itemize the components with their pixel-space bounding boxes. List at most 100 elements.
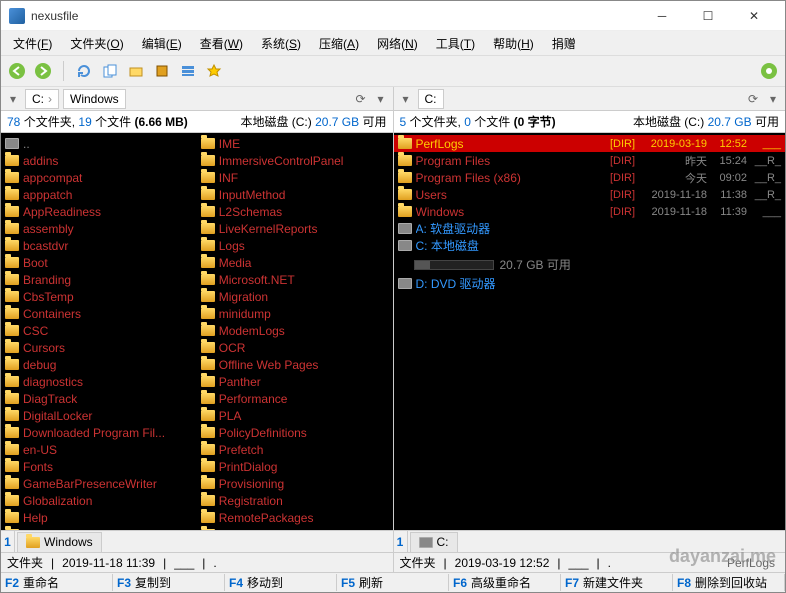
menu-O[interactable]: 文件夹(O) — [62, 33, 131, 54]
folder-icon — [201, 393, 215, 404]
file-row[interactable]: Help — [1, 509, 197, 526]
breadcrumb-segment[interactable]: C:› — [25, 89, 59, 109]
file-row[interactable]: apppatch — [1, 186, 197, 203]
minimize-button[interactable]: ─ — [639, 1, 685, 31]
file-row[interactable]: Users[DIR]2019-11-1811:38__R_ — [394, 186, 786, 203]
maximize-button[interactable]: ☐ — [685, 1, 731, 31]
file-row[interactable]: assembly — [1, 220, 197, 237]
file-row[interactable]: Boot — [1, 254, 197, 271]
file-row[interactable]: Prefetch — [197, 441, 393, 458]
drive-row[interactable]: A: 软盘驱动器 — [394, 220, 786, 237]
file-row[interactable]: addins — [1, 152, 197, 169]
file-row[interactable]: appcompat — [1, 169, 197, 186]
file-row[interactable]: Performance — [197, 390, 393, 407]
file-row[interactable]: Containers — [1, 305, 197, 322]
dropdown-icon[interactable]: ▾ — [373, 91, 389, 107]
menu-W[interactable]: 查看(W) — [192, 33, 251, 54]
file-row[interactable]: Globalization — [1, 492, 197, 509]
folder-icon — [5, 461, 19, 472]
file-row[interactable]: Media — [197, 254, 393, 271]
file-row[interactable]: GameBarPresenceWriter — [1, 475, 197, 492]
dropdown-icon[interactable]: ▾ — [765, 91, 781, 107]
menu-捐赠[interactable]: 捐赠 — [544, 33, 584, 54]
favorite-icon[interactable] — [204, 61, 224, 81]
file-row[interactable]: Provisioning — [197, 475, 393, 492]
file-row[interactable]: DigitalLocker — [1, 407, 197, 424]
folder-icon — [201, 172, 215, 183]
file-row[interactable]: IME — [197, 135, 393, 152]
menu-F[interactable]: 文件(F) — [5, 33, 60, 54]
file-row[interactable]: en-US — [1, 441, 197, 458]
copy-icon[interactable] — [100, 61, 120, 81]
archive-icon[interactable] — [152, 61, 172, 81]
file-row[interactable]: Registration — [197, 492, 393, 509]
file-row[interactable]: Migration — [197, 288, 393, 305]
folder-icon — [201, 223, 215, 234]
menu-E[interactable]: 编辑(E) — [134, 33, 190, 54]
file-row[interactable]: OCR — [197, 339, 393, 356]
file-row[interactable]: bcastdvr — [1, 237, 197, 254]
forward-button[interactable] — [33, 61, 53, 81]
file-row[interactable]: PrintDialog — [197, 458, 393, 475]
file-row[interactable]: minidump — [197, 305, 393, 322]
breadcrumb-segment[interactable]: Windows — [63, 89, 126, 109]
menu-A[interactable]: 压缩(A) — [311, 33, 367, 54]
file-row[interactable]: CbsTemp — [1, 288, 197, 305]
drive-row[interactable]: C: 本地磁盘 — [394, 237, 786, 254]
menu-H[interactable]: 帮助(H) — [485, 33, 542, 54]
tab-index[interactable]: 1 — [1, 531, 15, 552]
drive-row[interactable]: D: DVD 驱动器 — [394, 275, 786, 292]
file-row[interactable]: L2Schemas — [197, 203, 393, 220]
file-row[interactable]: RemotePackages — [197, 509, 393, 526]
file-row[interactable]: DiagTrack — [1, 390, 197, 407]
file-row[interactable]: INF — [197, 169, 393, 186]
file-row[interactable]: Program Files (x86)[DIR]今天09:02__R_ — [394, 169, 786, 186]
file-row[interactable]: Windows[DIR]2019-11-1811:39___ — [394, 203, 786, 220]
file-row[interactable]: CSC — [1, 322, 197, 339]
file-row[interactable]: Fonts — [1, 458, 197, 475]
file-row[interactable]: LiveKernelReports — [197, 220, 393, 237]
fkey-F4[interactable]: F4移动到 — [225, 574, 337, 591]
file-row[interactable]: debug — [1, 356, 197, 373]
file-row[interactable]: Program Files[DIR]昨天15:24__R_ — [394, 152, 786, 169]
fkey-F8[interactable]: F8删除到回收站 — [673, 574, 785, 591]
tab-index[interactable]: 1 — [394, 531, 408, 552]
file-row[interactable]: Branding — [1, 271, 197, 288]
fkey-F3[interactable]: F3复制到 — [113, 574, 225, 591]
menu-T[interactable]: 工具(T) — [428, 33, 483, 54]
settings-icon[interactable] — [759, 61, 779, 81]
menu-S[interactable]: 系统(S) — [253, 33, 309, 54]
file-row[interactable]: PolicyDefinitions — [197, 424, 393, 441]
fkey-F6[interactable]: F6高级重命名 — [449, 574, 561, 591]
file-row[interactable]: ImmersiveControlPanel — [197, 152, 393, 169]
back-button[interactable] — [7, 61, 27, 81]
fkey-F7[interactable]: F7新建文件夹 — [561, 574, 673, 591]
breadcrumb-segment[interactable]: C: — [418, 89, 444, 109]
file-row[interactable]: Logs — [197, 237, 393, 254]
breadcrumb-menu-icon[interactable]: ▾ — [398, 91, 414, 107]
file-row[interactable]: ModemLogs — [197, 322, 393, 339]
breadcrumb-menu-icon[interactable]: ▾ — [5, 91, 21, 107]
refresh-icon[interactable] — [74, 61, 94, 81]
folder-icon[interactable] — [126, 61, 146, 81]
right-tab[interactable]: C: — [410, 532, 458, 552]
file-row[interactable]: diagnostics — [1, 373, 197, 390]
file-row[interactable]: Microsoft.NET — [197, 271, 393, 288]
file-row[interactable]: Downloaded Program Fil... — [1, 424, 197, 441]
fkey-F2[interactable]: F2重命名 — [1, 574, 113, 591]
left-tab[interactable]: Windows — [17, 532, 102, 552]
menu-N[interactable]: 网络(N) — [369, 33, 426, 54]
file-row[interactable]: PerfLogs[DIR]2019-03-1912:52___ — [394, 135, 786, 152]
file-row[interactable]: Cursors — [1, 339, 197, 356]
view-icon[interactable] — [178, 61, 198, 81]
file-row[interactable]: InputMethod — [197, 186, 393, 203]
file-row[interactable]: AppReadiness — [1, 203, 197, 220]
file-row[interactable]: PLA — [197, 407, 393, 424]
left-filelist[interactable]: ..addinsappcompatapppatchAppReadinessass… — [1, 133, 393, 530]
file-row[interactable]: .. — [1, 135, 197, 152]
file-row[interactable]: Panther — [197, 373, 393, 390]
right-filelist[interactable]: PerfLogs[DIR]2019-03-1912:52___Program F… — [394, 133, 786, 530]
file-row[interactable]: Offline Web Pages — [197, 356, 393, 373]
fkey-F5[interactable]: F5刷新 — [337, 574, 449, 591]
close-button[interactable]: ✕ — [731, 1, 777, 31]
